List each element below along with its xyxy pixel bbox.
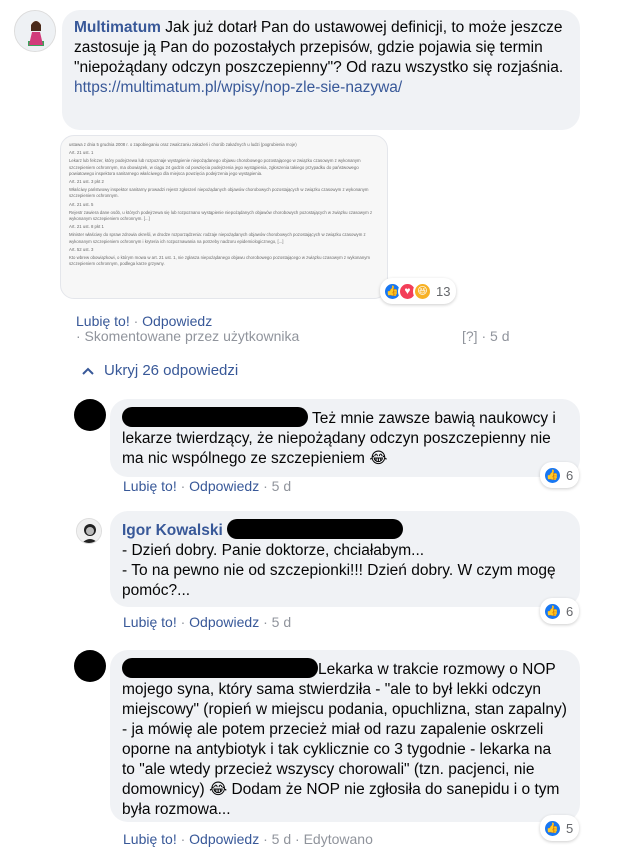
reply-actions: Lubię to! · Odpowiedz · 5 d · Edytowano: [123, 831, 373, 847]
timestamp[interactable]: 5 d: [490, 328, 509, 344]
hide-replies-toggle[interactable]: Ukryj 26 odpowiedzi: [82, 362, 238, 379]
timestamp[interactable]: 5 d: [272, 831, 291, 847]
laugh-emoji-icon: 😂: [369, 450, 388, 467]
attachment-line: Rejestr zawiera dane osób, u których pod…: [69, 209, 373, 222]
like-button[interactable]: Lubię to!: [76, 313, 130, 329]
attachment-line: ustawa z dnia 5 grudnia 2008 r. o zapobi…: [69, 142, 297, 147]
reaction-count: 13: [436, 283, 451, 299]
comment-bubble: Multimatum Jak już dotarł Pan do ustawow…: [62, 10, 580, 130]
comment-image-attachment[interactable]: ustawa z dnia 5 grudnia 2008 r. o zapobi…: [60, 135, 388, 299]
attachment-line: Art. 52 ust. 3: [69, 246, 94, 252]
avatar-icon: [15, 11, 55, 51]
reply-bubble: Też mnie zawsze bawią naukowcy i lekarze…: [110, 399, 580, 477]
reply-actions: Lubię to! · Odpowiedz · 5 d: [123, 614, 291, 630]
edited-label: Edytowano: [303, 831, 373, 847]
like-icon: 👍: [543, 465, 562, 485]
reply-button[interactable]: Odpowiedz: [189, 614, 259, 630]
separator: ·: [180, 478, 186, 494]
redacted-author: [122, 407, 308, 427]
reply-button[interactable]: Odpowiedz: [189, 478, 259, 494]
like-button[interactable]: Lubię to!: [123, 614, 177, 630]
reply-button[interactable]: Odpowiedz: [142, 313, 212, 329]
separator: ·: [295, 831, 300, 847]
reaction-summary[interactable]: 👍 ♥ 😆 13: [380, 278, 457, 304]
comment-actions: Lubię to! · Odpowiedz: [76, 313, 212, 329]
separator: ·: [263, 614, 268, 630]
separator: ·: [263, 831, 268, 847]
like-button[interactable]: Lubię to!: [123, 478, 177, 494]
timestamp[interactable]: 5 d: [272, 614, 291, 630]
haha-icon: 😆: [413, 281, 432, 301]
unknown-marker: [?]: [462, 328, 478, 344]
attachment-line: Minister właściwy do spraw zdrowia okreś…: [69, 232, 366, 244]
reply-author[interactable]: Igor Kowalski: [122, 522, 223, 539]
attachment-line: Art. 21 ust. 5: [69, 201, 94, 207]
reaction-count: 6: [566, 603, 574, 619]
separator: ·: [180, 614, 186, 630]
commented-by: · Skomentowane przez użytkownika: [76, 328, 300, 344]
redacted-author: [122, 658, 318, 678]
avatar[interactable]: [74, 399, 106, 431]
separator: ·: [180, 831, 186, 847]
attachment-line: Art. 21 ust. 8 pkt 1: [69, 224, 104, 230]
laugh-emoji-icon: 😂: [209, 781, 228, 798]
separator: ·: [263, 478, 268, 494]
comment-link[interactable]: https://multimatum.pl/wpisy/nop-zle-sie-…: [74, 79, 402, 96]
chevron-up-icon: [82, 367, 94, 375]
separator: ·: [133, 313, 139, 329]
reaction-summary[interactable]: 👍 6: [540, 462, 580, 488]
separator: ·: [481, 328, 487, 344]
attachment-line: Art. 21 ust. 3 pkt 2: [69, 179, 104, 185]
attachment-line: Właściwy państwowy inspektor sanitarny p…: [69, 187, 369, 199]
reply-text: Lekarka w trakcie rozmowy o NOP mojego s…: [122, 661, 567, 798]
reply-actions: Lubię to! · Odpowiedz · 5 d: [123, 478, 291, 494]
redacted-name: [227, 519, 404, 539]
like-icon: 👍: [543, 818, 562, 838]
like-button[interactable]: Lubię to!: [123, 831, 177, 847]
reply-button[interactable]: Odpowiedz: [189, 831, 259, 847]
avatar-icon: [77, 519, 101, 543]
reply-line: - To na pewno nie od szczepionki!!! Dzie…: [122, 562, 556, 599]
reply-bubble: Lekarka w trakcie rozmowy o NOP mojego s…: [110, 650, 580, 822]
reaction-count: 5: [566, 820, 574, 836]
avatar[interactable]: [14, 10, 56, 52]
hide-replies-label: Ukryj 26 odpowiedzi: [104, 362, 239, 379]
avatar[interactable]: [74, 650, 106, 682]
attachment-line: Kto wbrew obowiązkowi, o którym mowa w a…: [69, 255, 370, 267]
attachment-line: Art. 21 ust. 1: [69, 150, 94, 156]
reaction-summary[interactable]: 👍 5: [540, 815, 580, 841]
comment-author[interactable]: Multimatum: [74, 19, 161, 36]
timestamp[interactable]: 5 d: [272, 478, 291, 494]
comment-subline: · Skomentowane przez użytkownika [?] · 5…: [76, 328, 576, 344]
reaction-summary[interactable]: 👍 6: [540, 598, 580, 624]
reply-bubble: Igor Kowalski - Dzień dobry. Panie dokto…: [110, 511, 580, 607]
attachment-line: Lekarz lub felczer, który podejrzewa lub…: [69, 158, 361, 176]
avatar[interactable]: [76, 518, 102, 544]
like-icon: 👍: [543, 601, 562, 621]
reply-line: - Dzień dobry. Panie doktorze, chciałaby…: [122, 542, 425, 559]
reaction-count: 6: [566, 467, 574, 483]
